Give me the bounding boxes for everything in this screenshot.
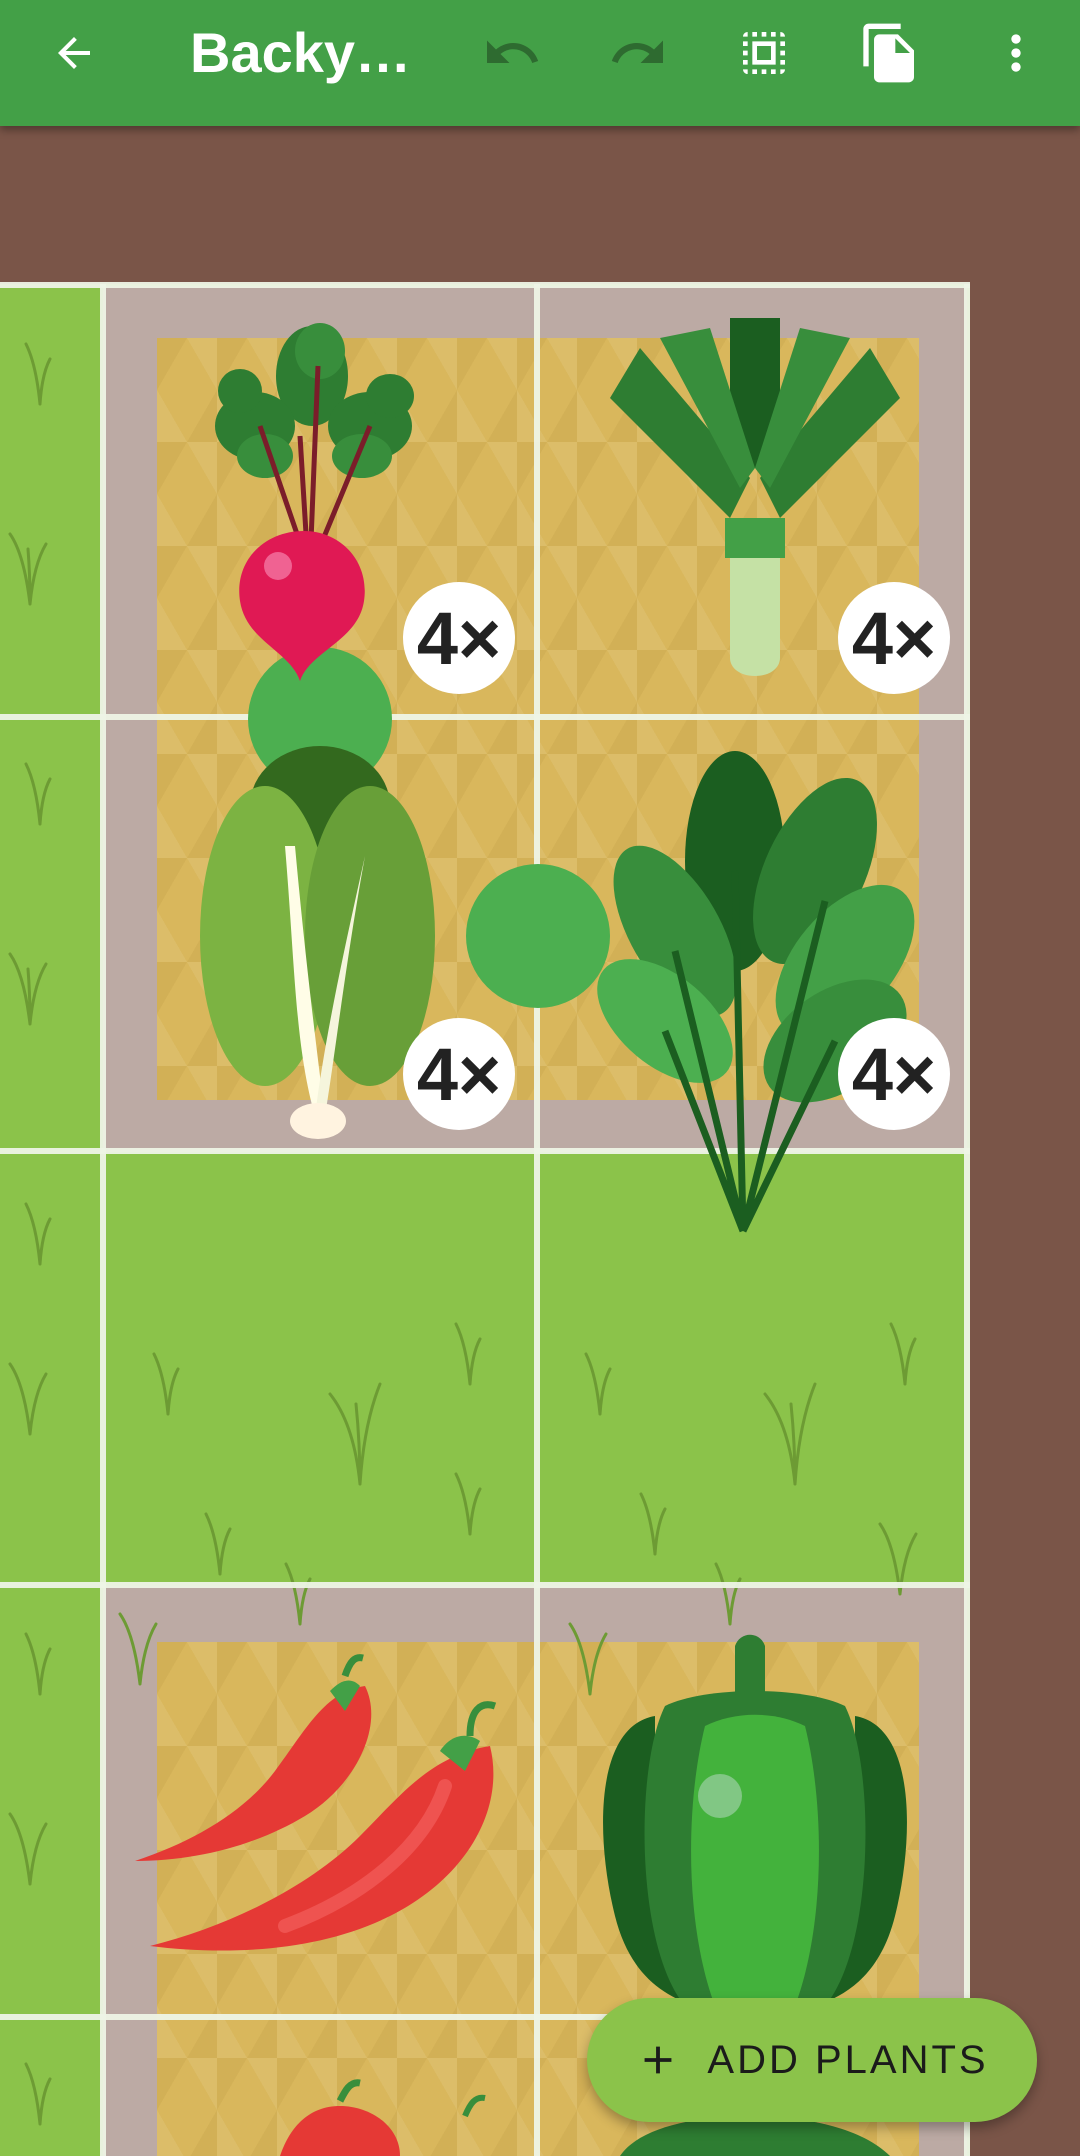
plus-icon bbox=[644, 2046, 672, 2074]
copy-button[interactable] bbox=[840, 0, 940, 106]
grid-line bbox=[0, 1582, 970, 1588]
chili-pepper-plant[interactable] bbox=[280, 2076, 500, 2156]
bell-pepper-plant[interactable] bbox=[595, 1626, 915, 2026]
redo-icon bbox=[611, 40, 663, 63]
app-bar: Backy… bbox=[0, 0, 1080, 126]
plant-count-badge: 4× bbox=[403, 1018, 515, 1130]
undo-button[interactable] bbox=[462, 0, 562, 106]
grid-select-icon bbox=[743, 32, 785, 74]
more-vertical-icon bbox=[1011, 34, 1021, 72]
redo-button[interactable] bbox=[588, 0, 688, 106]
add-plants-button[interactable]: ADD PLANTS bbox=[587, 1998, 1037, 2122]
grid-line bbox=[100, 284, 106, 2156]
add-plants-label: ADD PLANTS bbox=[707, 2037, 989, 2082]
select-area-button[interactable] bbox=[714, 0, 814, 106]
undo-icon bbox=[487, 40, 539, 63]
back-button[interactable] bbox=[24, 0, 124, 106]
more-options-button[interactable] bbox=[966, 0, 1066, 106]
plan-title: Backy… bbox=[190, 21, 412, 84]
bell-pepper-plant[interactable] bbox=[620, 2116, 890, 2156]
plant-count-badge: 4× bbox=[403, 582, 515, 694]
arrow-back-icon bbox=[58, 37, 90, 69]
chili-pepper-plant[interactable] bbox=[135, 1646, 515, 1986]
garden-canvas[interactable]: 4× 4× 4× 4× bbox=[0, 126, 1080, 2156]
lettuce-plant[interactable] bbox=[195, 746, 445, 1246]
grid-line bbox=[534, 284, 540, 2156]
spinach-plant[interactable] bbox=[595, 751, 915, 1251]
plant-count-badge: 4× bbox=[838, 582, 950, 694]
grid-line bbox=[964, 284, 970, 2156]
grid-line bbox=[0, 282, 970, 288]
grid-line bbox=[0, 714, 970, 720]
plant-count-badge: 4× bbox=[838, 1018, 950, 1130]
copy-icon bbox=[863, 23, 914, 83]
